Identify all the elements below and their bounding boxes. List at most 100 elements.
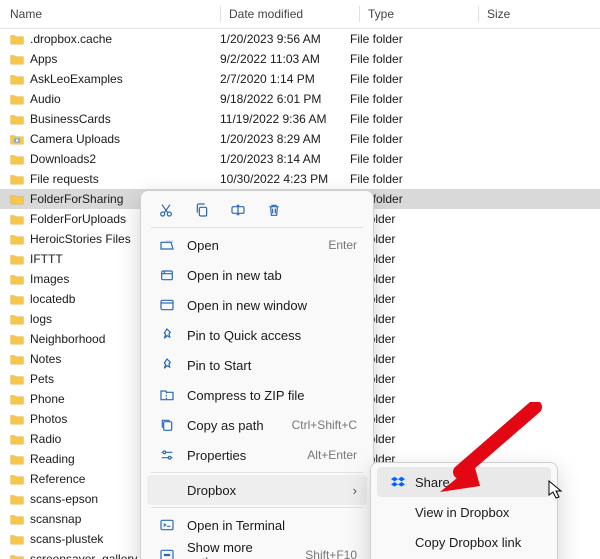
context-item-open-in-new-window[interactable]: Open in new window — [147, 290, 367, 320]
context-item-open-in-new-tab[interactable]: Open in new tab — [147, 260, 367, 290]
file-name: Reference — [30, 472, 85, 486]
submenu-item-view-in-dropbox[interactable]: View in Dropbox — [377, 497, 551, 527]
context-item-label: Show more options — [187, 540, 295, 559]
folder-icon — [10, 93, 24, 105]
file-type: File folder — [350, 72, 460, 86]
file-type: File folder — [350, 132, 460, 146]
file-name: Audio — [30, 92, 61, 106]
context-item-accelerator: Shift+F10 — [305, 548, 357, 559]
folder-icon — [10, 33, 24, 45]
context-item-accelerator: Ctrl+Shift+C — [292, 418, 357, 432]
context-menu[interactable]: OpenEnter Open in new tab Open in new wind… — [140, 190, 374, 559]
file-name: File requests — [30, 172, 99, 186]
context-item-label: Open in new window — [187, 298, 357, 313]
file-name: Camera Uploads — [30, 132, 120, 146]
cut-icon[interactable] — [157, 201, 175, 219]
context-item-properties[interactable]: PropertiesAlt+Enter — [147, 440, 367, 470]
context-item-label: Copy as path — [187, 418, 282, 433]
context-item-copy-as-path[interactable]: Copy as path Ctrl+Shift+C — [147, 410, 367, 440]
folder-icon — [10, 533, 24, 545]
more-icon — [157, 547, 177, 559]
folder-icon — [10, 473, 24, 485]
file-date: 9/18/2022 6:01 PM — [220, 92, 350, 106]
file-name: Phone — [30, 392, 65, 406]
dropbox-icon — [389, 475, 407, 489]
newwin-icon — [157, 297, 177, 313]
file-type: File folder — [350, 152, 460, 166]
file-name: Photos — [30, 412, 67, 426]
folder-icon — [10, 373, 24, 385]
rename-icon[interactable] — [229, 201, 247, 219]
folder-icon — [10, 453, 24, 465]
file-name: Images — [30, 272, 69, 286]
context-item-open[interactable]: OpenEnter — [147, 230, 367, 260]
folder-icon — [10, 553, 24, 559]
file-date: 1/20/2023 9:56 AM — [220, 32, 350, 46]
delete-icon[interactable] — [265, 201, 283, 219]
submenu-item-label: Copy Dropbox link — [415, 535, 521, 550]
folder-icon — [10, 133, 24, 145]
file-name: screensaver_gallery — [30, 552, 137, 559]
folder-icon — [10, 153, 24, 165]
file-row[interactable]: Audio9/18/2022 6:01 PMFile folder — [0, 89, 600, 109]
context-item-compress-to-zip-file[interactable]: Compress to ZIP file — [147, 380, 367, 410]
context-item-label: Open in new tab — [187, 268, 357, 283]
submenu-item-copy-dropbox-link[interactable]: Copy Dropbox link — [377, 527, 551, 557]
file-name: Radio — [30, 432, 61, 446]
context-item-label: Pin to Start — [187, 358, 357, 373]
context-item-pin-to-start[interactable]: Pin to Start — [147, 350, 367, 380]
file-name: FolderForUploads — [30, 212, 126, 226]
file-name: scans-epson — [30, 492, 98, 506]
folder-icon — [10, 493, 24, 505]
file-type: File folder — [350, 112, 460, 126]
file-type: File folder — [350, 32, 460, 46]
context-item-label: Compress to ZIP file — [187, 388, 357, 403]
submenu-item-share-[interactable]: Share... — [377, 467, 551, 497]
file-name: Pets — [30, 372, 54, 386]
column-header-size[interactable]: Size — [487, 7, 567, 21]
column-header-name[interactable]: Name — [10, 7, 220, 21]
copy-icon[interactable] — [193, 201, 211, 219]
folder-icon — [10, 213, 24, 225]
column-header-date[interactable]: Date modified — [229, 7, 359, 21]
context-item-show-more-options[interactable]: Show more options Shift+F10 — [147, 540, 367, 559]
file-name: Notes — [30, 352, 61, 366]
folder-icon — [10, 273, 24, 285]
folder-icon — [10, 193, 24, 205]
zip-icon — [157, 387, 177, 403]
dropbox-submenu[interactable]: Share... View in Dropbox Copy Dropbox link… — [370, 462, 558, 559]
file-row[interactable]: File requests10/30/2022 4:23 PMFile fold… — [0, 169, 600, 189]
props-icon — [157, 447, 177, 463]
folder-icon — [10, 393, 24, 405]
context-item-accelerator: Enter — [328, 238, 357, 252]
folder-icon — [10, 333, 24, 345]
context-item-dropbox[interactable]: Dropbox› — [147, 475, 367, 505]
file-name: IFTTT — [30, 252, 63, 266]
file-name: Reading — [30, 452, 75, 466]
submenu-item-label: View in Dropbox — [415, 505, 509, 520]
pin-icon — [157, 327, 177, 343]
newtab-icon — [157, 267, 177, 283]
folder-icon — [10, 413, 24, 425]
context-item-open-in-terminal[interactable]: Open in Terminal — [147, 510, 367, 540]
file-name: BusinessCards — [30, 112, 111, 126]
copypath-icon — [157, 417, 177, 433]
file-name: Neighborhood — [30, 332, 105, 346]
folder-icon — [10, 253, 24, 265]
context-item-accelerator: Alt+Enter — [307, 448, 357, 462]
file-row[interactable]: BusinessCards 11/19/2022 9:36 AMFile fold… — [0, 109, 600, 129]
file-row[interactable]: Downloads21/20/2023 8:14 AMFile folder — [0, 149, 600, 169]
file-date: 11/19/2022 9:36 AM — [220, 112, 350, 126]
column-header-type[interactable]: Type — [368, 7, 478, 21]
folder-icon — [10, 73, 24, 85]
file-name: .dropbox.cache — [30, 32, 112, 46]
file-name: FolderForSharing — [30, 192, 123, 206]
submenu-item-label: Share... — [415, 475, 461, 490]
file-row[interactable]: Apps9/2/2022 11:03 AMFile folder — [0, 49, 600, 69]
file-row[interactable]: AskLeoExamples2/7/2020 1:14 PMFile folde… — [0, 69, 600, 89]
context-item-label: Pin to Quick access — [187, 328, 357, 343]
context-item-pin-to-quick-access[interactable]: Pin to Quick access — [147, 320, 367, 350]
file-row[interactable]: Camera Uploads1/20/2023 8:29 AMFile fold… — [0, 129, 600, 149]
chevron-right-icon: › — [347, 483, 357, 498]
file-row[interactable]: .dropbox.cache 1/20/2023 9:56 AMFile fold… — [0, 29, 600, 49]
